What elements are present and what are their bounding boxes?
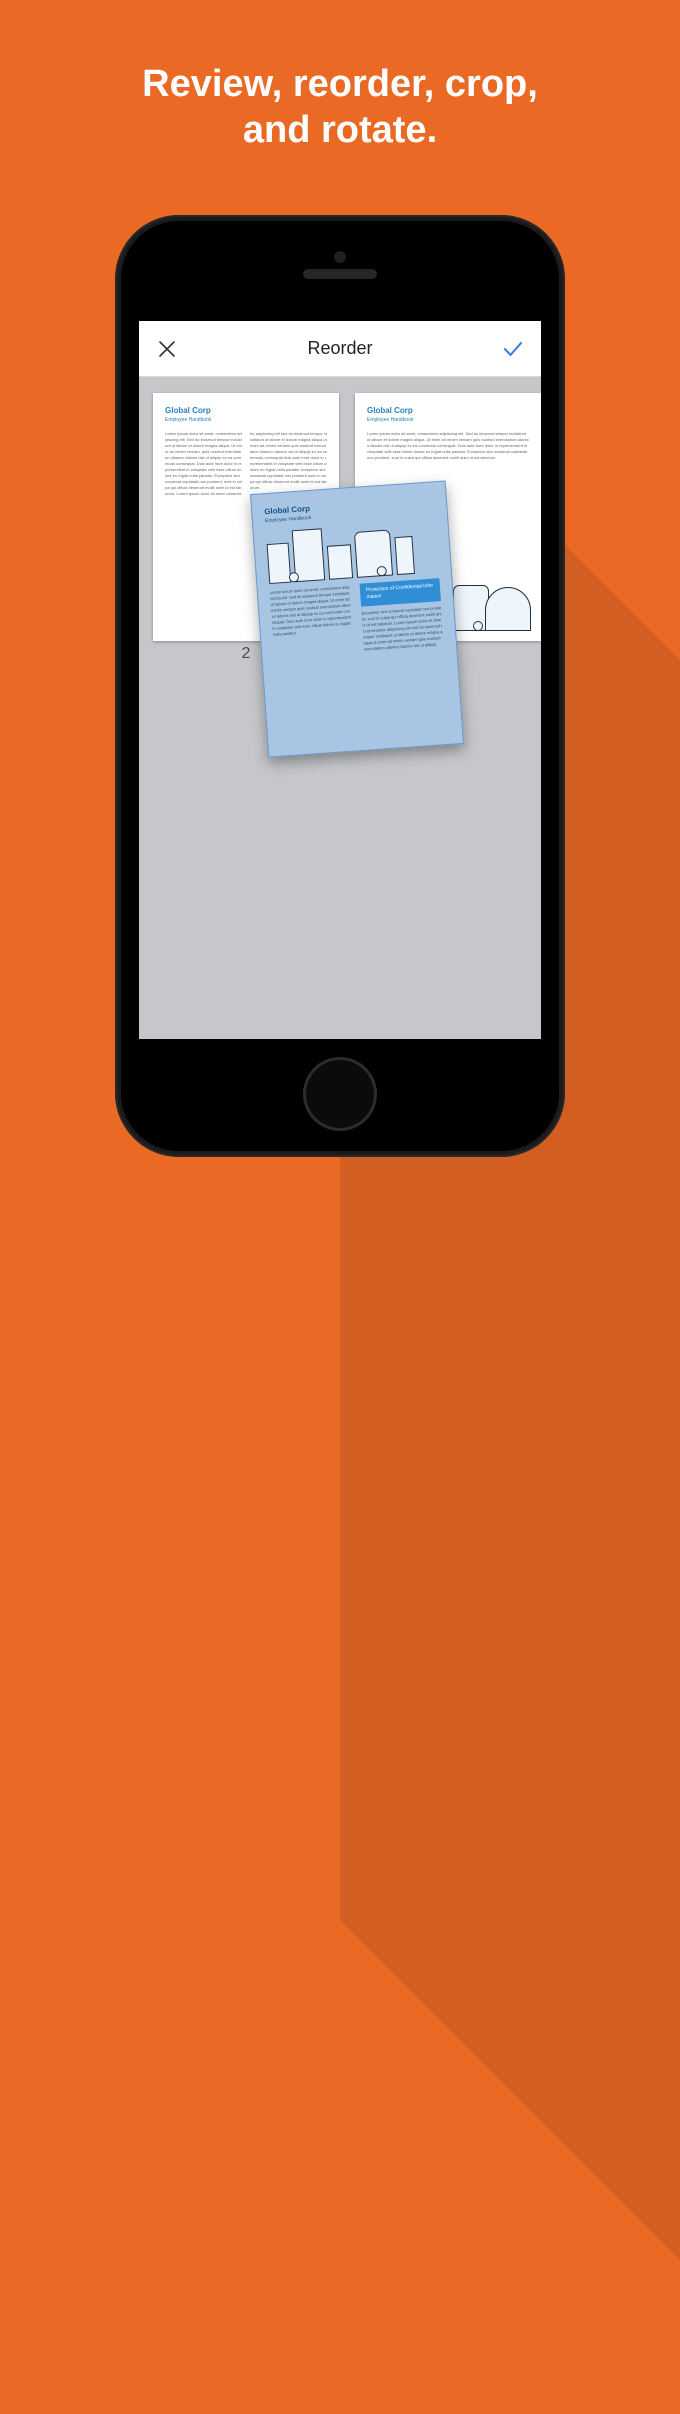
- doc-title: Global Corp: [165, 405, 327, 417]
- checkmark-icon: [501, 337, 525, 361]
- close-icon: [157, 339, 177, 359]
- app-screen: Reorder Global Corp Employee Handbook Lo…: [139, 321, 541, 1039]
- dragging-page[interactable]: Global Corp Employee Handbook Lorem ipsu…: [250, 480, 464, 757]
- page-index-label: 2: [242, 645, 251, 663]
- doc-subtitle: Employee Handbook: [367, 417, 529, 425]
- phone-earpiece: [303, 269, 377, 279]
- phone-sensor: [334, 251, 346, 263]
- phone-home-button: [303, 1057, 377, 1131]
- doc-body: Lorem ipsum dolor sit amet, consectetur …: [270, 578, 444, 659]
- phone-inner: Reorder Global Corp Employee Handbook Lo…: [121, 221, 559, 1151]
- marketing-headline: Review, reorder, crop, and rotate.: [0, 62, 680, 153]
- doc-body: Lorem ipsum dolor sit amet, consectetur …: [165, 431, 327, 497]
- headline-line-1: Review, reorder, crop,: [142, 63, 538, 105]
- close-button[interactable]: [153, 335, 181, 363]
- doc-illustration: [266, 520, 439, 584]
- phone-frame: Reorder Global Corp Employee Handbook Lo…: [115, 215, 565, 1157]
- doc-subtitle: Employee Handbook: [165, 417, 327, 425]
- page-grid: Global Corp Employee Handbook Lorem ipsu…: [139, 377, 541, 657]
- headline-line-2: and rotate.: [243, 109, 437, 151]
- doc-highlight: Protection of Confidential Information: [360, 578, 441, 607]
- confirm-button[interactable]: [499, 335, 527, 363]
- doc-title: Global Corp: [367, 405, 529, 417]
- navbar: Reorder: [139, 321, 541, 377]
- navbar-title: Reorder: [181, 338, 499, 359]
